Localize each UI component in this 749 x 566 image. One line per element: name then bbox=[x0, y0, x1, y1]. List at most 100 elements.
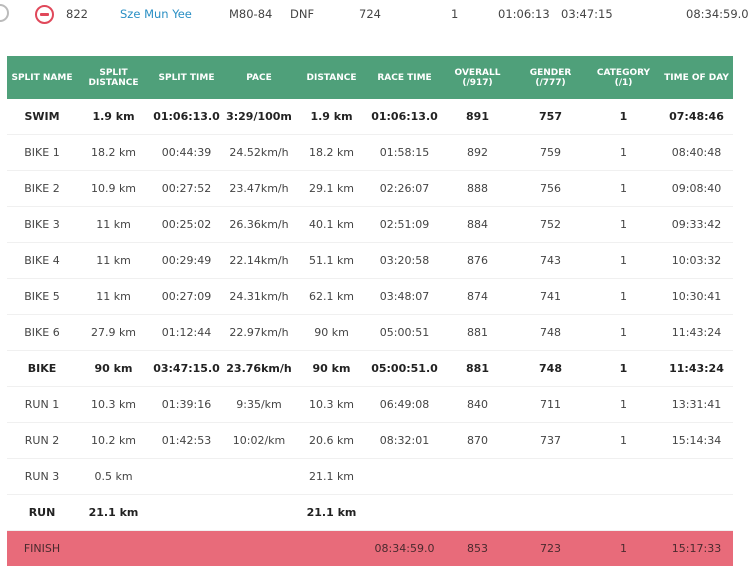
table-cell: BIKE 2 bbox=[7, 171, 77, 207]
table-cell: 748 bbox=[514, 315, 587, 351]
table-cell: 15:17:33 bbox=[660, 531, 733, 566]
table-cell bbox=[368, 459, 441, 495]
column-header: GENDER (/777) bbox=[514, 56, 587, 99]
collapse-minus-icon[interactable] bbox=[35, 5, 54, 24]
table-cell: 21.1 km bbox=[77, 495, 150, 531]
athlete-result-row[interactable]: 822 Sze Mun Yee M80-84 DNF 724 1 01:06:1… bbox=[0, 0, 749, 30]
table-cell: 1 bbox=[587, 207, 660, 243]
table-cell: 01:42:53 bbox=[150, 423, 223, 459]
table-cell: 08:34:59.0 bbox=[368, 531, 441, 566]
table-cell: 888 bbox=[441, 171, 514, 207]
table-cell: BIKE bbox=[7, 351, 77, 387]
table-cell: 756 bbox=[514, 171, 587, 207]
table-cell: 21.1 km bbox=[295, 495, 368, 531]
table-cell: 01:12:44 bbox=[150, 315, 223, 351]
table-cell: 1.9 km bbox=[295, 99, 368, 135]
table-cell: 840 bbox=[441, 387, 514, 423]
bib-number: 822 bbox=[66, 7, 88, 21]
column-header: TIME OF DAY bbox=[660, 56, 733, 99]
table-cell: 1 bbox=[587, 135, 660, 171]
table-cell: 01:06:13.0 bbox=[368, 99, 441, 135]
table-cell bbox=[295, 531, 368, 566]
table-cell: 881 bbox=[441, 315, 514, 351]
table-cell: 05:00:51.0 bbox=[368, 351, 441, 387]
table-cell: 1 bbox=[587, 99, 660, 135]
table-cell: 1 bbox=[587, 171, 660, 207]
table-cell: 10:02/km bbox=[223, 423, 295, 459]
table-cell bbox=[587, 459, 660, 495]
table-cell: 759 bbox=[514, 135, 587, 171]
swim-time: 01:06:13 bbox=[498, 7, 550, 21]
table-cell: 1 bbox=[587, 423, 660, 459]
rank: 724 bbox=[359, 7, 381, 21]
column-header: SPLIT TIME bbox=[150, 56, 223, 99]
table-cell bbox=[223, 495, 295, 531]
split-row: BIKE 511 km00:27:0924.31km/h62.1 km03:48… bbox=[7, 279, 733, 315]
table-cell: 3:29/100m bbox=[223, 99, 295, 135]
athlete-name-link[interactable]: Sze Mun Yee bbox=[120, 7, 192, 21]
table-cell: 23.47km/h bbox=[223, 171, 295, 207]
table-cell bbox=[514, 459, 587, 495]
table-cell: 1 bbox=[587, 351, 660, 387]
total-row: SWIM1.9 km01:06:13.03:29/100m1.9 km01:06… bbox=[7, 99, 733, 135]
table-cell: 10:30:41 bbox=[660, 279, 733, 315]
table-cell: 00:25:02 bbox=[150, 207, 223, 243]
table-cell: 1 bbox=[587, 387, 660, 423]
expand-circle-icon[interactable] bbox=[0, 4, 9, 22]
table-cell: 884 bbox=[441, 207, 514, 243]
table-cell: 743 bbox=[514, 243, 587, 279]
table-cell: 10.3 km bbox=[77, 387, 150, 423]
table-cell: 1 bbox=[587, 279, 660, 315]
table-cell bbox=[368, 495, 441, 531]
table-cell: 876 bbox=[441, 243, 514, 279]
table-cell: 40.1 km bbox=[295, 207, 368, 243]
column-header: RACE TIME bbox=[368, 56, 441, 99]
split-row: BIKE 118.2 km00:44:3924.52km/h18.2 km01:… bbox=[7, 135, 733, 171]
time-of-day: 08:34:59.0 bbox=[686, 7, 749, 21]
table-cell: BIKE 5 bbox=[7, 279, 77, 315]
table-cell: 21.1 km bbox=[295, 459, 368, 495]
table-cell: 01:39:16 bbox=[150, 387, 223, 423]
table-cell: 10.2 km bbox=[77, 423, 150, 459]
table-cell: 891 bbox=[441, 99, 514, 135]
table-cell: 10.3 km bbox=[295, 387, 368, 423]
table-cell: 15:14:34 bbox=[660, 423, 733, 459]
table-cell: 11:43:24 bbox=[660, 315, 733, 351]
table-cell bbox=[514, 495, 587, 531]
table-cell: 00:27:09 bbox=[150, 279, 223, 315]
table-cell: 1 bbox=[587, 243, 660, 279]
table-cell: 90 km bbox=[295, 351, 368, 387]
table-cell: 11 km bbox=[77, 279, 150, 315]
split-row: RUN 210.2 km01:42:5310:02/km20.6 km08:32… bbox=[7, 423, 733, 459]
table-cell: 881 bbox=[441, 351, 514, 387]
table-cell: BIKE 3 bbox=[7, 207, 77, 243]
table-cell: 01:06:13.0 bbox=[150, 99, 223, 135]
table-cell: 02:26:07 bbox=[368, 171, 441, 207]
table-cell: 1 bbox=[587, 531, 660, 566]
table-cell: RUN 2 bbox=[7, 423, 77, 459]
split-row: RUN 110.3 km01:39:169:35/km10.3 km06:49:… bbox=[7, 387, 733, 423]
column-header: DISTANCE bbox=[295, 56, 368, 99]
table-cell: 02:51:09 bbox=[368, 207, 441, 243]
total-row: BIKE90 km03:47:15.023.76km/h90 km05:00:5… bbox=[7, 351, 733, 387]
table-cell: 1 bbox=[587, 315, 660, 351]
split-row: BIKE 627.9 km01:12:4422.97km/h90 km05:00… bbox=[7, 315, 733, 351]
table-cell bbox=[660, 459, 733, 495]
table-cell: 13:31:41 bbox=[660, 387, 733, 423]
table-cell: FINISH bbox=[7, 531, 77, 566]
table-cell: 18.2 km bbox=[77, 135, 150, 171]
table-cell: 06:49:08 bbox=[368, 387, 441, 423]
table-cell: 1.9 km bbox=[77, 99, 150, 135]
table-cell: 90 km bbox=[295, 315, 368, 351]
table-cell: BIKE 4 bbox=[7, 243, 77, 279]
table-cell: RUN 3 bbox=[7, 459, 77, 495]
table-cell: 870 bbox=[441, 423, 514, 459]
table-cell bbox=[223, 459, 295, 495]
table-cell: 00:27:52 bbox=[150, 171, 223, 207]
table-cell bbox=[77, 531, 150, 566]
column-header: SPLIT NAME bbox=[7, 56, 77, 99]
table-cell: 10:03:32 bbox=[660, 243, 733, 279]
table-cell: 05:00:51 bbox=[368, 315, 441, 351]
table-cell: 03:48:07 bbox=[368, 279, 441, 315]
table-cell bbox=[441, 459, 514, 495]
